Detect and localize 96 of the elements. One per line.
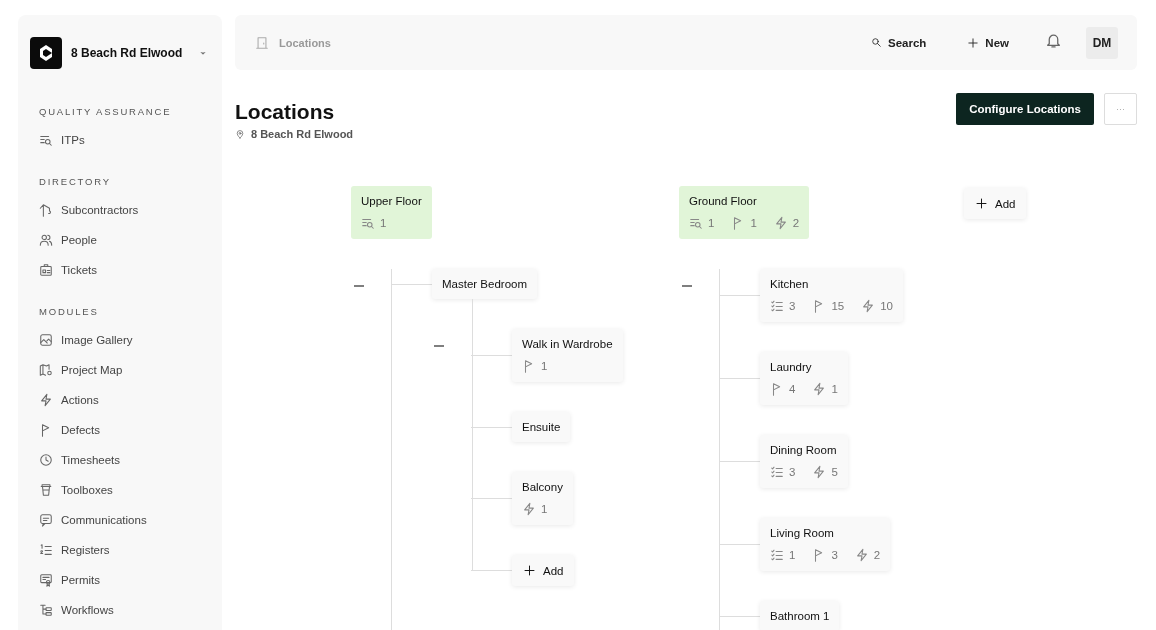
location-name: Kitchen <box>770 278 810 290</box>
configure-button[interactable]: Configure Locations <box>956 93 1094 125</box>
nav-item[interactable]: Subcontractors <box>30 195 210 225</box>
clock-icon <box>39 453 53 467</box>
location-card[interactable]: Kitchen 3 15 10 <box>760 269 903 322</box>
stat-count: 1 <box>541 503 548 515</box>
nav-item[interactable]: People <box>30 225 210 255</box>
new-button[interactable]: New <box>967 36 1009 49</box>
stat-count: 4 <box>789 383 796 395</box>
lightning-icon <box>39 393 53 407</box>
checklist-icon <box>770 548 784 562</box>
location-name: Laundry <box>770 361 813 373</box>
plus-icon <box>523 564 536 577</box>
nav-item[interactable]: Project Map <box>30 355 210 385</box>
stat-count: 2 <box>792 217 800 229</box>
nav-item[interactable]: Workflows <box>30 595 210 625</box>
nav-item[interactable]: Permits <box>30 565 210 595</box>
location-card[interactable]: Laundry 4 1 <box>760 352 848 405</box>
nav-item[interactable]: Tickets <box>30 255 210 285</box>
cup-icon <box>39 483 53 497</box>
location-card[interactable]: Ground Floor 1 1 2 <box>679 186 810 239</box>
page-title: Locations <box>235 100 336 124</box>
numbered-list-icon <box>39 543 53 557</box>
checklist-icon <box>770 465 784 479</box>
location-card[interactable]: Bathroom 1 <box>760 601 840 630</box>
location-card[interactable]: Living Room 1 3 2 <box>760 518 891 571</box>
stat-count: 1 <box>708 217 715 229</box>
lightning-icon <box>522 502 536 516</box>
nav-item[interactable]: ITPs <box>30 125 210 155</box>
chat-icon <box>39 513 53 527</box>
project-name[interactable]: 8 Beach Rd Elwood <box>71 46 189 60</box>
pin-icon <box>235 129 245 139</box>
section-title: MODULES <box>38 305 100 319</box>
section-title: QUALITY ASSURANCE <box>38 105 173 119</box>
nav-item[interactable]: Communications <box>30 505 210 535</box>
add-button[interactable]: Add <box>964 188 1027 219</box>
nav-item[interactable]: Toolboxes <box>30 475 210 505</box>
stat-count: 1 <box>789 549 796 561</box>
location-card[interactable]: Master Bedroom <box>432 269 537 299</box>
location-card[interactable]: Ensuite <box>512 412 571 442</box>
stat-count: 15 <box>831 300 845 312</box>
list-search-icon <box>39 133 53 147</box>
location-card[interactable]: Balcony 1 <box>512 472 573 525</box>
plus-icon <box>975 197 988 210</box>
badge-icon <box>39 263 53 277</box>
people-icon <box>39 233 53 247</box>
search-button[interactable]: Search <box>871 36 927 49</box>
image-icon <box>39 333 53 347</box>
location-name: Master Bedroom <box>442 278 527 290</box>
plus-icon <box>967 36 980 49</box>
door-icon <box>255 35 269 50</box>
section-title: DIRECTORY <box>38 175 112 189</box>
checklist-icon <box>770 299 784 313</box>
list-search-icon <box>689 216 703 230</box>
address: 8 Beach Rd Elwood <box>251 128 354 140</box>
certificate-icon <box>39 573 53 587</box>
stat-count: 3 <box>789 466 796 478</box>
stat-count: 3 <box>789 300 796 312</box>
lightning-icon <box>854 548 869 562</box>
stat-count: 5 <box>831 466 838 478</box>
location-name: Ensuite <box>522 421 561 433</box>
location-name: Dining Room <box>770 444 838 456</box>
nav-item[interactable]: Image Gallery <box>30 325 210 355</box>
add-button[interactable]: Add <box>512 555 575 586</box>
nav-item[interactable]: Registers <box>30 535 210 565</box>
stat-count: 1 <box>831 383 838 395</box>
lightning-icon <box>861 299 876 313</box>
avatar[interactable]: DM <box>1086 26 1118 59</box>
stat-count: 10 <box>880 300 893 312</box>
stat-count: 1 <box>541 360 548 372</box>
bell-icon <box>1045 32 1062 49</box>
stat-count: 1 <box>750 217 757 229</box>
location-name: Upper Floor <box>361 195 422 207</box>
stat-count: 3 <box>831 549 838 561</box>
location-card[interactable]: Dining Room 3 5 <box>760 435 848 488</box>
list-search-icon <box>361 216 375 230</box>
location-name: Ground Floor <box>689 195 758 207</box>
nav-item[interactable]: Timesheets <box>30 445 210 475</box>
map-icon <box>39 363 53 377</box>
nav-item[interactable]: Defects <box>30 415 210 445</box>
lightning-icon <box>773 216 788 230</box>
location-name: Bathroom 1 <box>770 610 830 622</box>
crane-icon <box>39 203 53 217</box>
lightning-icon <box>812 382 827 396</box>
stat-count: 1 <box>380 217 387 229</box>
location-name: Walk in Wardrobe <box>522 338 613 350</box>
location-name: Living Room <box>770 527 835 539</box>
location-card[interactable]: Upper Floor 1 <box>351 186 432 239</box>
workflow-icon <box>39 603 53 617</box>
location-name: Balcony <box>522 481 563 493</box>
stat-count: 2 <box>873 549 881 561</box>
logo-icon <box>30 37 62 69</box>
lightning-icon <box>812 465 827 479</box>
search-icon <box>871 37 882 48</box>
location-card[interactable]: Walk in Wardrobe 1 <box>512 329 623 382</box>
nav-item[interactable]: Actions <box>30 385 210 415</box>
